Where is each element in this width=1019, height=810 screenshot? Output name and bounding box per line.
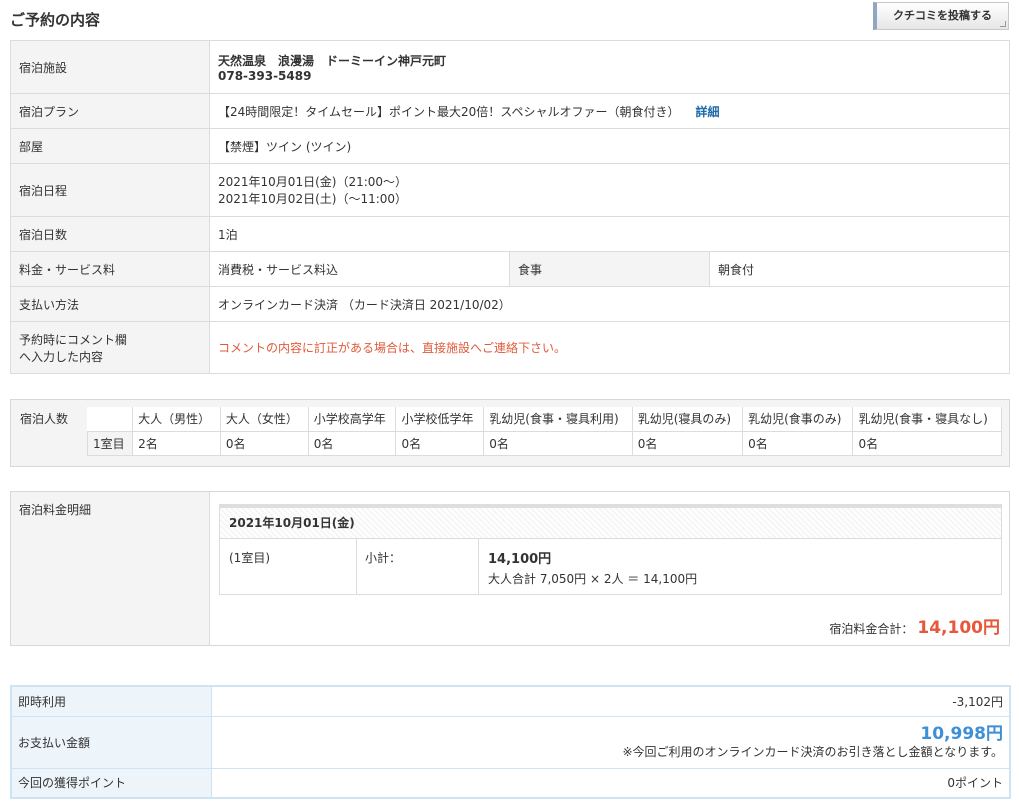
facility-row: 宿泊施設 天然温泉 浪漫湯 ドーミーイン神戸元町 078-393-5489 <box>10 40 1010 94</box>
schedule-cell: 2021年10月01日(金)（21:00〜） 2021年10月02日(土)（〜1… <box>209 163 1010 217</box>
comment-notice: コメントの内容に訂正がある場合は、直接施設へご連絡下さい。 <box>209 321 1010 374</box>
plan-row: 宿泊プラン 【24時間限定！タイムセール】ポイント最大20倍！スペシャルオファー… <box>10 93 1010 129</box>
schedule-label: 宿泊日程 <box>10 163 210 217</box>
guests-label: 宿泊人数 <box>20 412 69 426</box>
guests-col-header: 小学校低学年 <box>395 407 485 432</box>
room-text: 【禁煙】ツイン (ツイン) <box>209 128 1010 164</box>
price-detail-label: 宿泊料金明細 <box>11 492 210 645</box>
fee-value: 消費税・サービス料込 <box>209 251 510 287</box>
price-total-label: 宿泊料金合計： <box>829 622 914 636</box>
price-breakdown: 大人合計 7,050円 × 2人 ＝ 14,100円 <box>488 572 698 586</box>
guests-header-row: 大人（男性） 大人（女性） 小学校高学年 小学校低学年 乳幼児(食事・寝具利用)… <box>87 407 1002 432</box>
payment-amount-row: お支払い金額 10,998円 ※今回ご利用のオンラインカード決済のお引き落とし金… <box>10 715 1011 769</box>
facility-label: 宿泊施設 <box>10 40 210 94</box>
guests-cell: 0名 <box>631 430 744 456</box>
plan-detail-link[interactable]: 詳細 <box>695 105 719 119</box>
guests-cell: 0名 <box>742 430 854 456</box>
guests-table: 大人（男性） 大人（女性） 小学校高学年 小学校低学年 乳幼児(食事・寝具利用)… <box>86 407 1002 456</box>
points-value: 0ポイント <box>210 767 1011 799</box>
comment-label-line2: へ入力した内容 <box>19 349 104 364</box>
payment-method-value: オンラインカード決済 （カード決済日 2021/10/02） <box>209 286 1010 322</box>
instant-use-value: -3,102円 <box>210 685 1011 717</box>
facility-cell: 天然温泉 浪漫湯 ドーミーイン神戸元町 078-393-5489 <box>209 40 1010 94</box>
guests-section: 宿泊人数 大人（男性） 大人（女性） 小学校高学年 小学校低学年 乳幼児(食事・… <box>10 399 1010 467</box>
guests-cell: 0名 <box>395 430 485 456</box>
guests-cell: 2名 <box>132 430 221 456</box>
guests-col-header: 乳幼児(食事・寝具利用) <box>483 407 633 432</box>
price-total: 宿泊料金合計： 14,100円 <box>829 613 1000 638</box>
page-title: ご予約の内容 <box>10 11 101 29</box>
comment-row: 予約時にコメント欄 へ入力した内容 コメントの内容に訂正がある場合は、直接施設へ… <box>10 321 1010 374</box>
guests-col-header: 大人（女性） <box>219 407 309 432</box>
meal-value: 朝食付 <box>709 251 1010 287</box>
checkout-date: 2021年10月02日(土)（〜11:00） <box>218 192 408 206</box>
price-amounts: 14,100円 大人合計 7,050円 × 2人 ＝ 14,100円 <box>488 548 697 587</box>
nights-row: 宿泊日数 1泊 <box>10 216 1010 252</box>
reservation-info-table: 宿泊施設 天然温泉 浪漫湯 ドーミーイン神戸元町 078-393-5489 宿泊… <box>10 40 1010 374</box>
guests-cell: 0名 <box>483 430 633 456</box>
payment-amount-label: お支払い金額 <box>10 715 212 769</box>
guests-col-header: 乳幼児(食事・寝具なし) <box>852 407 1002 432</box>
subtotal-value: 14,100円 <box>488 552 552 567</box>
guests-col-header: 小学校高学年 <box>307 407 397 432</box>
guests-room-label: 1室目 <box>86 430 134 456</box>
price-detail-section: 宿泊料金明細 2021年10月01日(金) (1室目) 小計： 14,100円 … <box>10 491 1010 646</box>
guests-row: 1室目 2名 0名 0名 0名 0名 0名 0名 0名 <box>86 430 1002 456</box>
facility-name: 天然温泉 浪漫湯 ドーミーイン神戸元町 <box>218 53 447 68</box>
guests-cell: 0名 <box>852 430 1002 456</box>
plan-label: 宿泊プラン <box>10 93 210 129</box>
post-review-label: クチコミを投稿する <box>893 9 992 22</box>
payment-summary-table: 即時利用 -3,102円 お支払い金額 10,998円 ※今回ご利用のオンライン… <box>10 685 1011 799</box>
guests-cell: 0名 <box>219 430 309 456</box>
fee-label: 料金・サービス料 <box>10 251 210 287</box>
meal-label: 食事 <box>509 251 710 287</box>
price-detail-body: 2021年10月01日(金) (1室目) 小計： 14,100円 大人合計 7,… <box>219 504 1002 595</box>
payment-amount-cell: 10,998円 ※今回ご利用のオンラインカード決済のお引き落とし金額となります。 <box>210 715 1011 769</box>
room-row: 部屋 【禁煙】ツイン (ツイン) <box>10 128 1010 164</box>
points-label: 今回の獲得ポイント <box>10 767 212 799</box>
fee-row: 料金・サービス料 消費税・サービス料込 食事 朝食付 <box>10 251 1010 287</box>
checkin-date: 2021年10月01日(金)（21:00〜） <box>218 175 408 189</box>
guests-header-blank <box>87 407 134 431</box>
guests-col-header: 大人（男性） <box>132 407 221 432</box>
plan-cell: 【24時間限定！タイムセール】ポイント最大20倍！スペシャルオファー（朝食付き）… <box>209 93 1010 129</box>
instant-use-label: 即時利用 <box>10 685 212 717</box>
subtotal-label: 小計： <box>357 539 479 594</box>
page-header: ご予約の内容 クチコミを投稿する <box>0 0 1019 38</box>
nights-label: 宿泊日数 <box>10 216 210 252</box>
post-review-button[interactable]: クチコミを投稿する <box>873 2 1009 30</box>
instant-use-row: 即時利用 -3,102円 <box>10 685 1011 717</box>
price-row: (1室目) 小計： 14,100円 大人合計 7,050円 × 2人 ＝ 14,… <box>219 538 1002 595</box>
payment-method-label: 支払い方法 <box>10 286 210 322</box>
comment-label: 予約時にコメント欄 へ入力した内容 <box>10 321 210 374</box>
price-room: (1室目) <box>220 539 357 594</box>
points-row: 今回の獲得ポイント 0ポイント <box>10 767 1011 799</box>
price-date-header: 2021年10月01日(金) <box>219 504 1002 538</box>
payment-amount-value: 10,998円 <box>920 724 1003 744</box>
price-total-value: 14,100円 <box>917 618 1000 638</box>
comment-label-line1: 予約時にコメント欄 <box>19 332 128 347</box>
facility-tel: 078-393-5489 <box>218 68 312 83</box>
plan-text: 【24時間限定！タイムセール】ポイント最大20倍！スペシャルオファー（朝食付き） <box>218 104 680 119</box>
guests-cell: 0名 <box>307 430 397 456</box>
payment-method-row: 支払い方法 オンラインカード決済 （カード決済日 2021/10/02） <box>10 286 1010 322</box>
schedule-row: 宿泊日程 2021年10月01日(金)（21:00〜） 2021年10月02日(… <box>10 163 1010 217</box>
guests-col-header: 乳幼児(食事のみ) <box>742 407 854 432</box>
guests-col-header: 乳幼児(寝具のみ) <box>631 407 744 432</box>
room-label: 部屋 <box>10 128 210 164</box>
corner-mark-icon <box>1000 21 1006 27</box>
nights-value: 1泊 <box>209 216 1010 252</box>
payment-amount-note: ※今回ご利用のオンラインカード決済のお引き落とし金額となります。 <box>622 745 1004 759</box>
